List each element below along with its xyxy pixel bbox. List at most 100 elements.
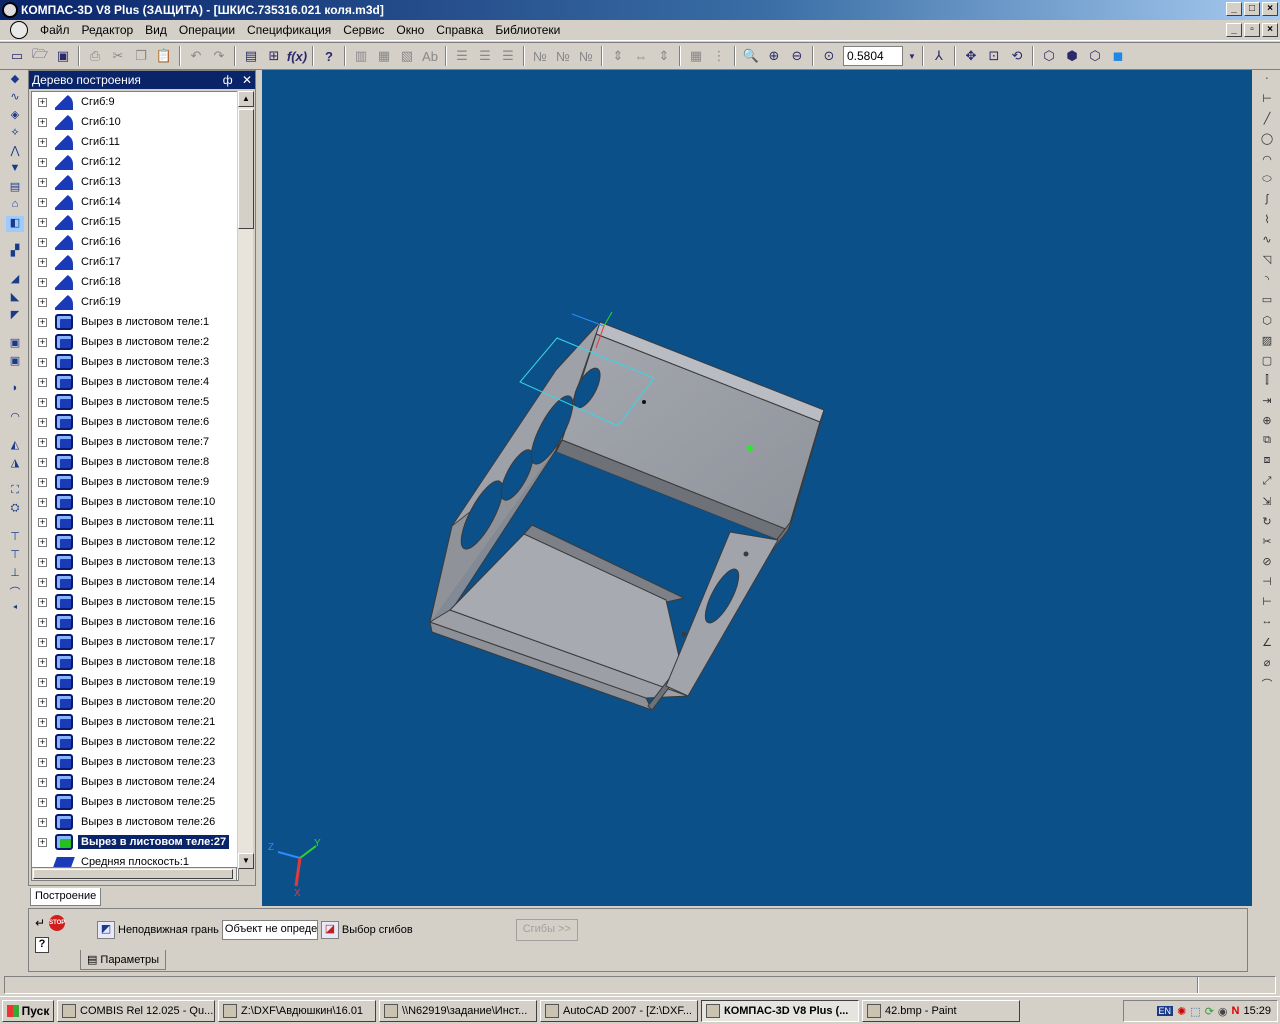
undo-icon[interactable]: ↶ <box>185 45 207 67</box>
taskbar-button[interactable]: AutoCAD 2007 - [Z:\DXF... <box>540 999 698 1022</box>
tree-item[interactable]: + Сгиб:15 <box>32 212 238 232</box>
expand-icon[interactable]: + <box>38 337 47 347</box>
menu-editor[interactable]: Редактор <box>76 23 140 37</box>
kompas-app-icon[interactable] <box>2 2 18 18</box>
menu-window[interactable]: Окно <box>390 23 430 37</box>
tree-item[interactable]: + Сгиб:19 <box>32 292 238 312</box>
expand-icon[interactable]: + <box>38 697 47 707</box>
tray-icon-3[interactable]: ⟳ <box>1205 1005 1214 1018</box>
text-style-icon[interactable]: Ab <box>419 45 441 67</box>
align-icon[interactable]: ☰ <box>451 45 473 67</box>
tree-item[interactable]: + Вырез в листовом теле:5 <box>32 392 238 412</box>
close-button[interactable]: × <box>1262 2 1278 16</box>
doc-restore-button[interactable]: ▫ <box>1244 23 1260 37</box>
zoom-window-icon[interactable]: 🔍 <box>740 45 762 67</box>
orientation-icon[interactable]: ⅄ <box>928 45 950 67</box>
wireframe-icon[interactable]: ⬡ <box>1038 45 1060 67</box>
sheet-tool-1-icon[interactable]: ▞ <box>6 244 24 260</box>
numbering2-icon[interactable]: № <box>552 45 574 67</box>
tree-item[interactable]: + Вырез в листовом теле:10 <box>32 492 238 512</box>
expand-icon[interactable]: + <box>38 797 47 807</box>
tree-close-icon[interactable]: ✕ <box>242 73 252 87</box>
expand-icon[interactable]: + <box>38 237 47 247</box>
tree-item[interactable]: + Вырез в листовом теле:2 <box>32 332 238 352</box>
tray-icon-1[interactable]: ✺ <box>1177 1005 1186 1018</box>
tree-item[interactable]: + Вырез в листовом теле:19 <box>32 672 238 692</box>
grid-icon[interactable]: ⋮ <box>708 45 730 67</box>
tree-item[interactable]: + Вырез в листовом теле:4 <box>32 372 238 392</box>
maximize-button[interactable]: □ <box>1244 2 1260 16</box>
redo-icon[interactable]: ↷ <box>208 45 230 67</box>
sheet-tool-8-icon[interactable]: ◠ <box>6 410 24 426</box>
sheet-tool-15-icon[interactable]: ⊥ <box>6 566 24 582</box>
new-file-icon[interactable]: ▭ <box>6 45 28 67</box>
surfaces-icon[interactable]: ◈ <box>6 108 24 124</box>
extend-icon[interactable]: ⊢ <box>1258 595 1276 611</box>
curves-icon[interactable]: ∿ <box>6 90 24 106</box>
edit-part-icon[interactable]: ◆ <box>6 72 24 88</box>
rotate-tool-icon[interactable]: ↻ <box>1258 515 1276 531</box>
chamfer-icon[interactable]: ◹ <box>1258 253 1276 269</box>
zoom-out-icon[interactable]: ⊖ <box>786 45 808 67</box>
enter-icon[interactable]: ↵ <box>35 916 45 930</box>
expand-icon[interactable]: + <box>38 297 47 307</box>
document-icon[interactable] <box>10 21 28 39</box>
doc-minimize-button[interactable]: _ <box>1226 23 1242 37</box>
sheet-tool-10-icon[interactable]: ◮ <box>6 456 24 472</box>
tree-item[interactable]: + Вырез в листовом теле:3 <box>32 352 238 372</box>
model-canvas[interactable]: Z Y X <box>262 70 1252 906</box>
trim-icon[interactable]: ✂ <box>1258 535 1276 551</box>
cut-icon[interactable]: ✂ <box>107 45 129 67</box>
layer3-icon[interactable]: ▧ <box>396 45 418 67</box>
tree-item[interactable]: + Вырез в листовом теле:9 <box>32 472 238 492</box>
expand-icon[interactable]: + <box>38 517 47 527</box>
minimize-button[interactable]: _ <box>1226 2 1242 16</box>
expand-icon[interactable]: + <box>38 577 47 587</box>
expand-icon[interactable]: + <box>38 777 47 787</box>
expand-icon[interactable]: + <box>38 597 47 607</box>
expand-icon[interactable]: + <box>38 617 47 627</box>
sheet-tool-9-icon[interactable]: ◭ <box>6 438 24 454</box>
expand-icon[interactable]: + <box>38 657 47 667</box>
mirror-icon[interactable]: ⧈ <box>1258 454 1276 470</box>
fillet-icon[interactable]: ◝ <box>1258 273 1276 289</box>
tree-item[interactable]: + Вырез в листовом теле:23 <box>32 752 238 772</box>
tree-item[interactable]: + Вырез в листовом теле:11 <box>32 512 238 532</box>
menu-service[interactable]: Сервис <box>337 23 390 37</box>
distribute2-icon[interactable]: ⇔ <box>630 45 652 67</box>
tree-item[interactable]: + Вырез в листовом теле:25 <box>32 792 238 812</box>
menu-libraries[interactable]: Библиотеки <box>489 23 566 37</box>
expand-icon[interactable]: + <box>38 837 47 847</box>
expand-icon[interactable]: + <box>38 537 47 547</box>
tree-item[interactable]: + Сгиб:18 <box>32 272 238 292</box>
tree-item[interactable]: + Вырез в листовом теле:6 <box>32 412 238 432</box>
save-icon[interactable]: ▣ <box>52 45 74 67</box>
hatch-icon[interactable]: ▨ <box>1258 334 1276 350</box>
spec-icon[interactable]: ▤ <box>6 180 24 196</box>
hidden-thin-icon[interactable]: ⬡ <box>1084 45 1106 67</box>
expand-icon[interactable]: + <box>38 97 47 107</box>
tree-scrollbar[interactable]: ▲ ▼ <box>237 91 254 869</box>
sheet-tool-7-icon[interactable]: ◗ <box>6 382 24 398</box>
tree-item[interactable]: + Вырез в листовом теле:17 <box>32 632 238 652</box>
shaded-icon[interactable]: ◼ <box>1107 45 1129 67</box>
expand-icon[interactable]: + <box>38 737 47 747</box>
doc-close-button[interactable]: × <box>1262 23 1278 37</box>
sheet-tool-11-icon[interactable]: ⛶ <box>6 484 24 500</box>
tree-item[interactable]: + Сгиб:11 <box>32 132 238 152</box>
dim-radius-icon[interactable]: ⌀ <box>1258 656 1276 672</box>
sheet-metal-icon[interactable]: ⌂ <box>6 198 24 214</box>
expand-icon[interactable]: + <box>38 457 47 467</box>
numbering-icon[interactable]: № <box>529 45 551 67</box>
tree-item[interactable]: + Вырез в листовом теле:26 <box>32 812 238 832</box>
tree-item[interactable]: + Вырез в листовом теле:12 <box>32 532 238 552</box>
line-icon[interactable]: ╱ <box>1258 112 1276 128</box>
expand-icon[interactable]: + <box>38 557 47 567</box>
sheet-tool-13-icon[interactable]: ⊤ <box>6 530 24 546</box>
menu-file[interactable]: Файл <box>34 23 76 37</box>
expand-icon[interactable]: + <box>38 157 47 167</box>
rectangle-icon[interactable]: ▭ <box>1258 293 1276 309</box>
tree-hscrollbar[interactable] <box>31 867 237 881</box>
expand-icon[interactable]: + <box>38 477 47 487</box>
copy-icon[interactable]: ❐ <box>130 45 152 67</box>
